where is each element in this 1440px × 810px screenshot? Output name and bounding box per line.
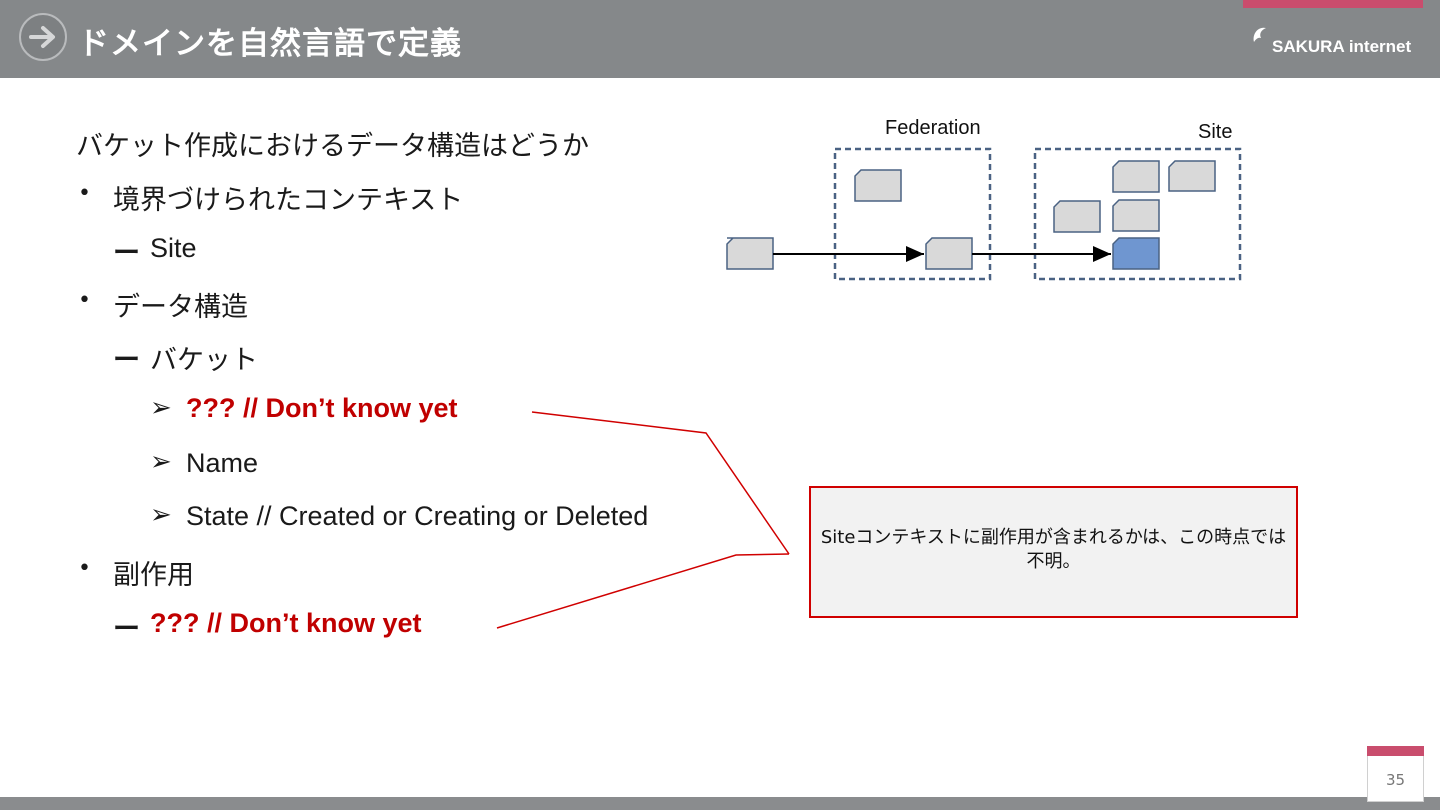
entity-card-site xyxy=(1053,200,1101,233)
page-number-accent xyxy=(1367,746,1424,756)
entity-card-federation-bottom xyxy=(925,237,973,270)
federation-label: Federation xyxy=(885,117,981,139)
entity-card-federation-top xyxy=(854,169,902,202)
entity-card-source xyxy=(726,237,774,270)
connector-line-upper xyxy=(531,411,790,555)
page-number-box: 35 xyxy=(1367,746,1424,802)
footer-bar xyxy=(0,797,1440,810)
callout-text: Siteコンテキストに副作用が含まれるかは、この時点では不明。 xyxy=(820,527,1287,572)
page-number: 35 xyxy=(1385,771,1406,789)
context-diagram xyxy=(726,147,1242,281)
callout-box: Siteコンテキストに副作用が含まれるかは、この時点では不明。 xyxy=(809,486,1298,618)
entity-card-site xyxy=(1168,160,1216,192)
entity-card-site xyxy=(1112,199,1160,232)
connector-line-lower xyxy=(496,553,790,629)
entity-card-site-target xyxy=(1112,237,1160,270)
entity-card-site xyxy=(1112,160,1160,193)
